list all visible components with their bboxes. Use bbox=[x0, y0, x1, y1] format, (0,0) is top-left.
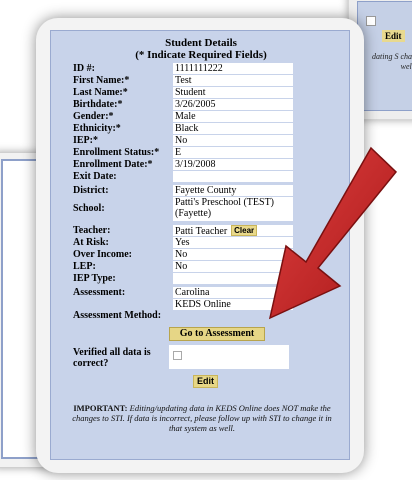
verified-field bbox=[169, 345, 289, 369]
field-row-enrollment-date: Enrollment Date:* 3/19/2008 bbox=[73, 159, 343, 170]
field-row-last-name: Last Name:* Student bbox=[73, 87, 343, 98]
field-label: Ethnicity:* bbox=[73, 123, 121, 134]
field-row-ethnicity: Ethnicity:* Black bbox=[73, 123, 343, 134]
field-row-lep: LEP: No bbox=[73, 261, 343, 272]
field-value-gender[interactable]: Male bbox=[173, 111, 293, 122]
field-label: IEP Type: bbox=[73, 273, 116, 284]
field-value-school[interactable]: Patti's Preschool (TEST) (Fayette) bbox=[173, 197, 293, 221]
field-label: IEP:* bbox=[73, 135, 98, 146]
student-details-panel: Student Details (* Indicate Required Fie… bbox=[50, 30, 350, 460]
field-label: LEP: bbox=[73, 261, 96, 272]
field-label: Teacher: bbox=[73, 225, 111, 236]
field-label: At Risk: bbox=[73, 237, 109, 248]
field-label: Exit Date: bbox=[73, 171, 117, 182]
verified-label: Verified all data is correct? bbox=[73, 347, 151, 369]
field-value-first-name[interactable]: Test bbox=[173, 75, 293, 86]
field-row-district: District: Fayette County bbox=[73, 185, 343, 196]
student-details-card: Student Details (* Indicate Required Fie… bbox=[36, 18, 364, 473]
field-value-over-income[interactable]: No bbox=[173, 249, 293, 260]
field-value-enrollment-date[interactable]: 3/19/2008 bbox=[173, 159, 293, 170]
field-value-enrollment-status[interactable]: E bbox=[173, 147, 293, 158]
field-label: Enrollment Status:* bbox=[73, 147, 160, 158]
field-label: Assessment Method: bbox=[73, 310, 162, 321]
field-value-assessment-method[interactable]: KEDS Online bbox=[173, 299, 293, 310]
background-checkbox bbox=[366, 16, 376, 26]
field-label: Enrollment Date:* bbox=[73, 159, 153, 170]
go-to-assessment-button[interactable]: Go to Assessment bbox=[169, 327, 265, 341]
field-value-ethnicity[interactable]: Black bbox=[173, 123, 293, 134]
field-row-iep: IEP:* No bbox=[73, 135, 343, 146]
field-value-lep[interactable]: No bbox=[173, 261, 293, 272]
field-value-iep[interactable]: No bbox=[173, 135, 293, 146]
field-row-birthdate: Birthdate:* 3/26/2005 bbox=[73, 99, 343, 110]
field-label: Last Name:* bbox=[73, 87, 128, 98]
field-value-at-risk[interactable]: Yes bbox=[173, 237, 293, 248]
field-row-school: School: Patti's Preschool (TEST) (Fayett… bbox=[73, 197, 343, 221]
form-title: Student Details bbox=[165, 37, 237, 49]
field-label: Over Income: bbox=[73, 249, 132, 260]
important-heading: IMPORTANT: bbox=[73, 403, 128, 413]
field-label: ID #: bbox=[73, 63, 95, 74]
edit-button[interactable]: Edit bbox=[193, 375, 218, 388]
field-value-birthdate[interactable]: 3/26/2005 bbox=[173, 99, 293, 110]
field-row-enrollment-status: Enrollment Status:* E bbox=[73, 147, 343, 158]
field-row-assessment-method: Assessment Method: KEDS Online bbox=[73, 299, 343, 323]
field-value-last-name[interactable]: Student bbox=[173, 87, 293, 98]
field-value-id[interactable]: 1111111222 bbox=[173, 63, 293, 74]
field-row-assessment: Assessment: Carolina bbox=[73, 287, 343, 298]
field-row-first-name: First Name:* Test bbox=[73, 75, 343, 86]
field-row-over-income: Over Income: No bbox=[73, 249, 343, 260]
field-label: Assessment: bbox=[73, 287, 126, 298]
field-row-id: ID #: 1111111222 bbox=[73, 63, 343, 74]
field-label: Birthdate:* bbox=[73, 99, 123, 110]
important-note: IMPORTANT: Editing/updating data in KEDS… bbox=[67, 403, 337, 433]
background-panel: Edit dating S chan well. bbox=[357, 1, 412, 111]
field-row-teacher: Teacher: Patti Teacher Clear bbox=[73, 225, 343, 236]
background-edit-button: Edit bbox=[382, 30, 405, 42]
field-label: Gender:* bbox=[73, 111, 114, 122]
field-label: District: bbox=[73, 185, 109, 196]
field-row-at-risk: At Risk: Yes bbox=[73, 237, 343, 248]
clear-teacher-button[interactable]: Clear bbox=[231, 225, 258, 236]
field-row-exit-date: Exit Date: bbox=[73, 171, 343, 182]
field-label: School: bbox=[73, 203, 105, 214]
field-value-assessment[interactable]: Carolina bbox=[173, 287, 293, 298]
field-value-district[interactable]: Fayette County bbox=[173, 185, 293, 196]
teacher-name: Patti Teacher bbox=[175, 226, 228, 236]
form-subtitle: (* Indicate Required Fields) bbox=[135, 49, 267, 61]
verified-checkbox[interactable] bbox=[173, 351, 182, 360]
field-label: First Name:* bbox=[73, 75, 130, 86]
field-value-teacher[interactable]: Patti Teacher Clear bbox=[173, 225, 293, 236]
field-row-gender: Gender:* Male bbox=[73, 111, 343, 122]
background-note-fragment: dating S chan well. bbox=[372, 52, 412, 71]
field-value-exit-date[interactable] bbox=[173, 171, 293, 182]
field-value-iep-type[interactable] bbox=[173, 273, 293, 284]
field-row-iep-type: IEP Type: bbox=[73, 273, 343, 284]
